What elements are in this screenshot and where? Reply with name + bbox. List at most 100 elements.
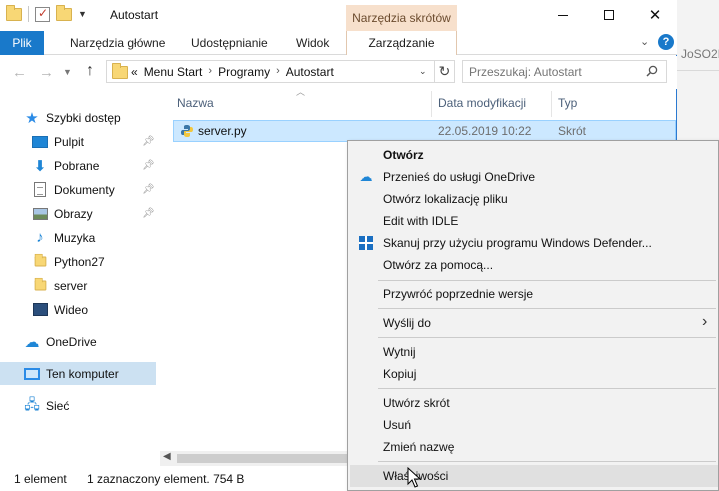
back-arrow-icon[interactable]: ←	[12, 64, 27, 81]
sidebar-item-quick-access[interactable]: ★ Szybki dostęp	[0, 106, 156, 129]
context-menu: Otwórz ☁ Przenieś do usługi OneDrive Otw…	[347, 140, 719, 491]
breadcrumb-menu-start[interactable]: Menu Start	[144, 65, 203, 79]
menu-item-delete[interactable]: Usuń	[350, 414, 718, 436]
toolbar-divider	[28, 6, 29, 22]
breadcrumb-separator-icon[interactable]: ›	[208, 65, 212, 79]
tab-file[interactable]: Plik	[0, 31, 44, 55]
pin-icon: 📌︎	[142, 160, 155, 171]
scrollbar-thumb[interactable]	[177, 454, 347, 463]
menu-item-edit-with-idle[interactable]: Edit with IDLE	[350, 210, 718, 232]
folder-icon	[32, 253, 48, 270]
menu-item-restore-previous-versions[interactable]: Przywróć poprzednie wersje	[350, 283, 718, 305]
breadcrumb-overflow[interactable]: «	[131, 65, 138, 79]
column-divider[interactable]	[551, 91, 552, 117]
file-row-server-py[interactable]: server.py 22.05.2019 10:22 Skrót	[173, 120, 676, 142]
sidebar-item-label: Sieć	[46, 398, 70, 413]
column-header-type[interactable]: Typ	[558, 96, 577, 110]
menu-item-open[interactable]: Otwórz	[350, 144, 718, 166]
sidebar-item-pictures[interactable]: Obrazy 📌︎	[0, 202, 156, 225]
pictures-icon	[32, 206, 48, 222]
sidebar-item-label: Dokumenty	[54, 182, 115, 197]
sidebar-item-label: Ten komputer	[46, 366, 119, 381]
window-title: Autostart	[110, 8, 159, 22]
menu-separator	[378, 388, 716, 389]
pin-icon: 📌︎	[142, 184, 155, 195]
shortcut-tools-tab: Narzędzia skrótów	[346, 5, 457, 31]
sidebar-item-network[interactable]: 🖧︎ Sieć	[0, 394, 156, 417]
menu-item-open-with[interactable]: Otwórz za pomocą...	[350, 254, 718, 276]
folder-icon[interactable]	[6, 4, 22, 21]
menu-item-send-to[interactable]: Wyślij do ›	[350, 312, 718, 334]
sidebar-item-music[interactable]: ♪ Muzyka	[0, 226, 156, 249]
menu-item-label: Skanuj przy użyciu programu Windows Defe…	[383, 236, 652, 250]
status-selection: 1 zaznaczony element. 754 B	[87, 472, 245, 486]
new-folder-icon[interactable]	[56, 4, 72, 21]
menu-item-copy[interactable]: Kopiuj	[350, 363, 718, 385]
ribbon-tabs: Plik Narzędzia główne Udostępnianie Wido…	[0, 31, 677, 55]
onedrive-icon: ☁	[24, 333, 40, 351]
breadcrumb-separator-icon[interactable]: ›	[276, 65, 280, 79]
help-icon[interactable]: ?	[658, 34, 674, 50]
star-icon: ★	[25, 109, 39, 127]
search-box[interactable]	[462, 60, 667, 83]
scroll-left-icon[interactable]: ◀	[163, 451, 171, 462]
close-icon: ✕	[648, 7, 662, 24]
properties-icon[interactable]	[35, 6, 50, 22]
menu-item-cut[interactable]: Wytnij	[350, 341, 718, 363]
sidebar-item-desktop[interactable]: Pulpit 📌︎	[0, 130, 156, 153]
menu-separator	[378, 461, 716, 462]
menu-item-rename[interactable]: Zmień nazwę	[350, 436, 718, 458]
sidebar-item-onedrive[interactable]: ☁ OneDrive	[0, 330, 156, 353]
breadcrumb-autostart[interactable]: Autostart	[286, 65, 334, 79]
sidebar-item-label: Obrazy	[54, 206, 93, 221]
desktop-icon	[32, 134, 48, 150]
menu-item-properties[interactable]: Właściwości	[350, 465, 718, 487]
sidebar-item-python27[interactable]: Python27	[0, 250, 156, 273]
minimize-button[interactable]	[540, 0, 586, 30]
menu-item-open-file-location[interactable]: Otwórz lokalizację pliku	[350, 188, 718, 210]
search-input[interactable]	[469, 64, 639, 79]
address-dropdown-icon[interactable]: ⌄	[419, 66, 427, 77]
expand-ribbon-icon[interactable]: ⌄	[640, 35, 649, 48]
breadcrumb-programy[interactable]: Programy	[218, 65, 270, 79]
tab-manage[interactable]: Zarządzanie	[346, 31, 457, 55]
this-pc-icon	[24, 366, 40, 382]
sidebar-item-downloads[interactable]: ⬇ Pobrane 📌︎	[0, 154, 156, 177]
background-divider	[677, 70, 719, 71]
forward-arrow-icon[interactable]: →	[39, 64, 54, 81]
sidebar-item-label: Pobrane	[54, 158, 100, 173]
horizontal-scrollbar[interactable]: ◀	[160, 451, 350, 466]
tab-share[interactable]: Udostępnianie	[191, 36, 268, 50]
refresh-button[interactable]: ↻	[435, 60, 455, 83]
column-header-name[interactable]: Nazwa	[177, 96, 214, 110]
up-arrow-icon[interactable]: ↑	[86, 62, 94, 80]
file-name: server.py	[198, 124, 247, 138]
pin-icon: 📌︎	[142, 136, 155, 147]
recent-locations-icon[interactable]: ▼	[63, 67, 72, 77]
sidebar-item-this-pc[interactable]: Ten komputer	[0, 362, 156, 385]
search-icon[interactable]	[646, 65, 658, 77]
download-icon: ⬇	[33, 157, 47, 175]
menu-item-label: Usuń	[383, 418, 412, 432]
column-divider[interactable]	[431, 91, 432, 117]
column-header-date[interactable]: Data modyfikacji	[438, 96, 526, 110]
customize-toolbar-icon[interactable]: ▼	[78, 9, 87, 19]
menu-item-create-shortcut[interactable]: Utwórz skrót	[350, 392, 718, 414]
menu-item-scan-windows-defender[interactable]: Skanuj przy użyciu programu Windows Defe…	[350, 232, 718, 254]
sidebar-item-server[interactable]: server	[0, 274, 156, 297]
folder-icon	[32, 277, 48, 294]
address-bar[interactable]: « Menu Start › Programy › Autostart ⌄	[106, 60, 435, 83]
menu-item-label: Kopiuj	[383, 367, 417, 381]
sidebar-item-label: OneDrive	[46, 334, 97, 349]
tab-home[interactable]: Narzędzia główne	[70, 36, 165, 50]
sidebar-item-documents[interactable]: Dokumenty 📌︎	[0, 178, 156, 201]
menu-item-move-to-onedrive[interactable]: ☁ Przenieś do usługi OneDrive	[350, 166, 718, 188]
background-window-text: JoSO2I	[681, 47, 719, 61]
status-item-count: 1 element	[14, 472, 67, 486]
maximize-button[interactable]	[586, 0, 632, 30]
sidebar-item-label: Python27	[54, 254, 105, 269]
tab-view[interactable]: Widok	[296, 36, 329, 50]
menu-separator	[378, 337, 716, 338]
sidebar-item-videos[interactable]: Wideo	[0, 298, 156, 321]
close-button[interactable]: ✕	[632, 0, 678, 30]
